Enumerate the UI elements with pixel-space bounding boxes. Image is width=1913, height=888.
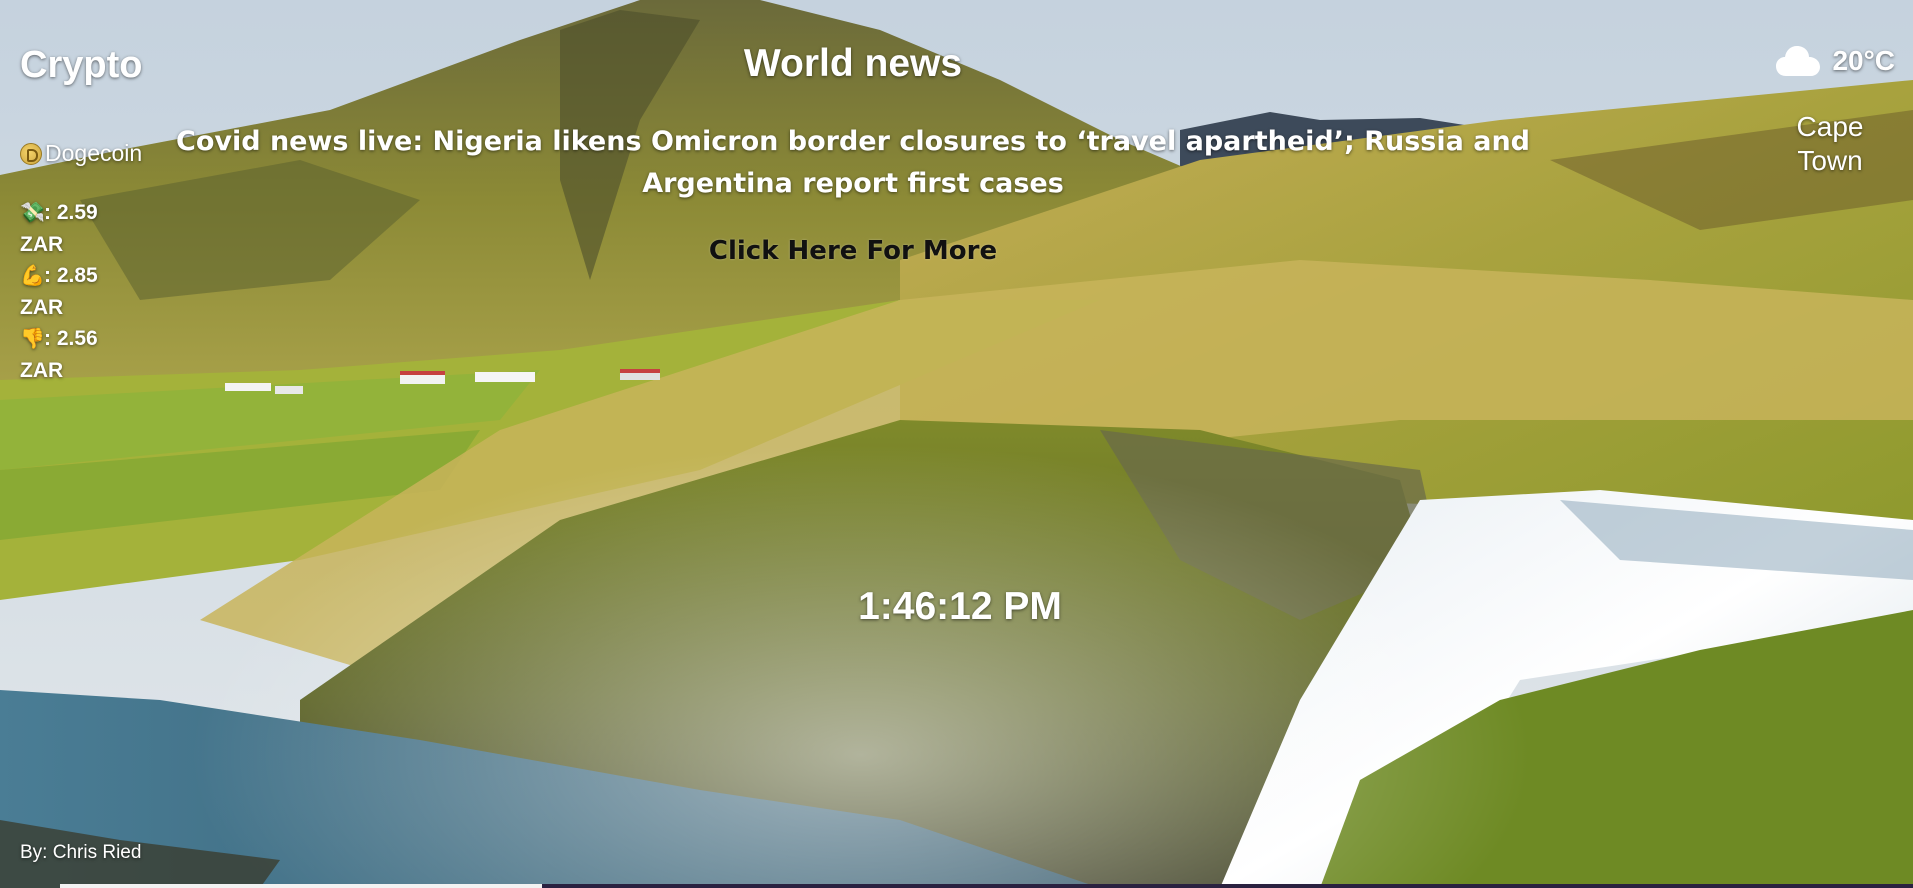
- price-current-value: : 2.59: [44, 201, 98, 224]
- price-high-value: : 2.85: [44, 264, 98, 287]
- weather-city: Cape Town: [1796, 111, 1864, 176]
- price-low: 👎: 2.56 ZAR: [20, 323, 130, 386]
- thumbs-down-icon: 👎: [20, 328, 45, 350]
- cloud-icon: [1776, 46, 1821, 76]
- news-headline: Covid news live: Nigeria likens Omicron …: [176, 126, 1530, 199]
- dogecoin-icon: [20, 142, 42, 165]
- dashboard: Crypto Dogecoin 💸: 2.59 ZAR 💪: 2.85 ZAR …: [0, 0, 1913, 888]
- price-low-currency: ZAR: [20, 359, 64, 382]
- price-list: 💸: 2.59 ZAR 💪: 2.85 ZAR 👎: 2.56 ZAR: [20, 197, 130, 386]
- temperature: 20°C: [1832, 45, 1895, 76]
- clock-time: 1:46:12 PM: [858, 585, 1062, 628]
- coin-name: Dogecoin: [45, 140, 143, 166]
- news-more-link[interactable]: Click Here For More: [0, 236, 1706, 266]
- price-high-currency: ZAR: [20, 296, 64, 319]
- price-high: 💪: 2.85 ZAR: [20, 260, 130, 323]
- money-icon: 💸: [20, 202, 45, 224]
- photo-author: By: Chris Ried: [20, 842, 142, 863]
- weather-widget: 20°C: [1776, 44, 1895, 78]
- news-title: World news: [743, 42, 963, 85]
- price-low-value: : 2.56: [44, 327, 98, 350]
- coin-selector: Dogecoin: [20, 140, 142, 167]
- bottom-bar: [60, 884, 1913, 888]
